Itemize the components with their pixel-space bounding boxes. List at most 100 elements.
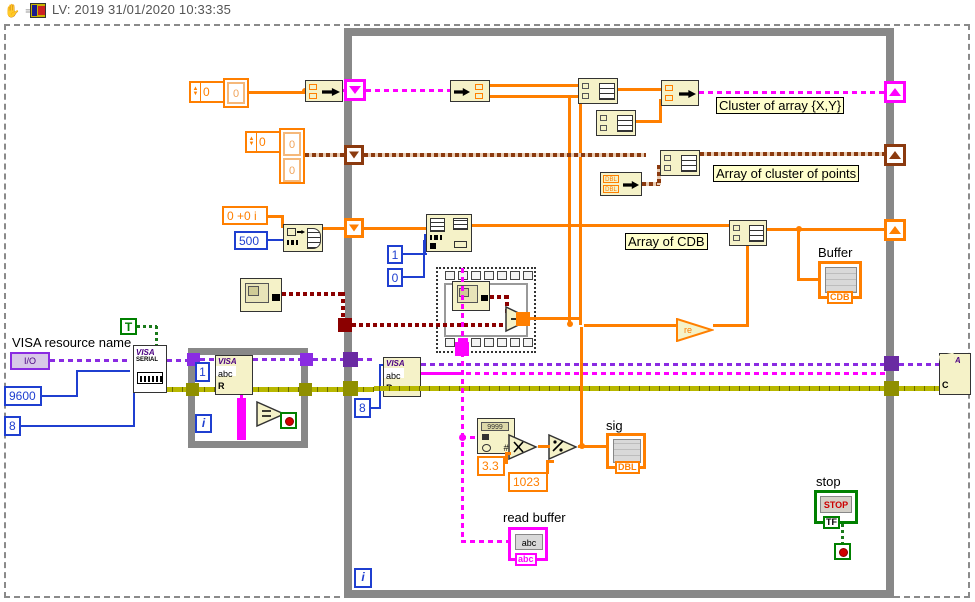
tunnel-visa-outer-loop[interactable] [343, 352, 358, 367]
tunnel-error-left[interactable] [186, 383, 199, 396]
tunnel-error-outer[interactable] [343, 381, 358, 396]
multiply-node[interactable] [508, 433, 538, 461]
array-constant-b[interactable]: 0 0 [279, 128, 305, 184]
build-array-node-1[interactable] [578, 78, 618, 104]
shift-register-array-right[interactable] [884, 144, 906, 166]
complex-constant[interactable]: 0 +0 i [222, 206, 268, 225]
baud-constant[interactable]: 9600 [4, 386, 42, 406]
wire-array-to-bundle [249, 91, 305, 94]
labview-vi-icon[interactable] [30, 3, 46, 18]
databits-constant[interactable]: 8 [4, 416, 21, 436]
tunnel-visa-out-right[interactable] [884, 356, 899, 371]
shift-register-cluster-right[interactable] [884, 81, 906, 103]
wire-error-to-close [899, 386, 940, 391]
wire-timestamp-to-case [352, 323, 436, 327]
wire-cluster-of-array [699, 91, 885, 94]
sig-type-tag: DBL [615, 461, 640, 474]
shift-register-cdb-right[interactable] [884, 219, 906, 241]
bundle-node-1[interactable] [305, 80, 343, 102]
adc-max-constant[interactable]: 1023 [508, 472, 548, 492]
read-bytecount-constant[interactable]: 8 [354, 398, 371, 418]
array-to-cluster-node[interactable]: re [676, 318, 714, 342]
event-tab[interactable] [484, 338, 494, 347]
bundle-node-2[interactable] [661, 80, 699, 106]
tunnel-error-out-right[interactable] [884, 381, 899, 396]
true-constant[interactable]: T [120, 318, 137, 335]
tunnel-glyph [349, 86, 361, 94]
build-array-grid-icon [749, 225, 764, 242]
wire-ba1-out [618, 88, 662, 91]
wire-timestamp-left [282, 292, 344, 296]
tunnel-visa-right[interactable] [300, 353, 313, 366]
inner-bytecount-constant[interactable]: 1 [195, 362, 210, 382]
tunnel-timestamp[interactable] [338, 318, 352, 332]
event-tab[interactable] [497, 271, 507, 280]
event-tab[interactable] [445, 338, 455, 347]
event-tab[interactable] [523, 338, 533, 347]
event-tab[interactable] [510, 338, 520, 347]
initialize-array-node[interactable] [283, 224, 323, 252]
event-tab[interactable] [471, 271, 481, 280]
stop-type-tag: TF [823, 516, 840, 529]
spinner-icon[interactable]: ▲ ▼ [247, 133, 257, 151]
build-array-node-2[interactable] [596, 110, 636, 136]
get-date-time-node-inner[interactable] [452, 281, 490, 311]
visa-close-node[interactable]: VISA C [938, 352, 971, 395]
timestamp-out-icon [272, 294, 280, 301]
tunnel-case-out[interactable] [516, 312, 530, 326]
tunnel-event-pink[interactable] [455, 342, 469, 356]
wire-readstring-right [421, 372, 885, 375]
scan-format-icon [482, 434, 489, 440]
hand-cursor-icon[interactable]: ✋ [4, 3, 20, 19]
unbundle-slot-icon [475, 93, 483, 99]
wire-tri-out [713, 324, 749, 327]
wire-visa-bus [421, 363, 885, 366]
wire-1023-in [546, 460, 554, 463]
inner-loop-stop-terminal[interactable] [280, 412, 297, 429]
stop-button-face[interactable]: STOP [820, 496, 852, 513]
wire-500-out [268, 239, 284, 241]
event-tab[interactable] [471, 338, 481, 347]
visa-abc-label: abc [218, 369, 233, 379]
build-array-icon [733, 235, 740, 241]
wire-visa-out-loop [253, 358, 303, 361]
wire-visa-to-close [899, 363, 940, 366]
get-date-time-node-left[interactable] [240, 278, 282, 312]
visa-read-node-main[interactable]: VISA abc R [383, 357, 421, 397]
build-array-node-4[interactable] [729, 220, 767, 246]
tunnel-cdb-in[interactable] [344, 218, 364, 238]
event-tab[interactable] [445, 271, 455, 280]
unbundle-node-1[interactable] [450, 80, 490, 102]
array-constant-a[interactable]: 0 [223, 78, 249, 108]
wire-error-in-outer [358, 387, 374, 392]
tunnel-array-cluster-in[interactable] [344, 145, 364, 165]
event-tab[interactable] [497, 338, 507, 347]
unbundle-arrow-icon [454, 88, 470, 96]
event-tab[interactable] [523, 271, 533, 280]
voltage-ref-constant[interactable]: 3.3 [477, 456, 505, 476]
wire-readstring-down [461, 352, 464, 542]
tunnel-error-right[interactable] [299, 383, 312, 396]
tunnel-glyph [349, 224, 359, 232]
bundle-dbl-node[interactable]: DBL DBL [600, 172, 642, 196]
wire-baud [42, 395, 78, 397]
wire-case-out [530, 317, 582, 320]
divide-node[interactable] [548, 433, 578, 461]
spinner-icon[interactable]: ▲ ▼ [191, 83, 201, 101]
visa-configure-serial-node[interactable]: VISA SERIAL [133, 345, 167, 393]
outer-loop-stop-terminal[interactable] [834, 543, 851, 560]
sig-graph-body [613, 439, 641, 463]
event-tab[interactable] [510, 271, 520, 280]
tunnel-cluster-in[interactable] [344, 79, 366, 101]
visa-read-node-inner[interactable]: VISA abc R [215, 355, 253, 395]
index-constant-one[interactable]: 1 [387, 245, 403, 264]
samples-constant[interactable]: 500 [234, 231, 268, 250]
dbl-slot-label: DBL [603, 175, 619, 183]
replace-array-subset-node[interactable] [426, 214, 472, 252]
build-array-node-3[interactable] [660, 150, 700, 176]
visa-resource-terminal[interactable]: I/O [10, 352, 50, 370]
event-tab[interactable] [484, 271, 494, 280]
svg-text:re: re [684, 325, 692, 335]
index-constant-zero[interactable]: 0 [387, 268, 403, 287]
visa-r-label: R [218, 381, 225, 391]
